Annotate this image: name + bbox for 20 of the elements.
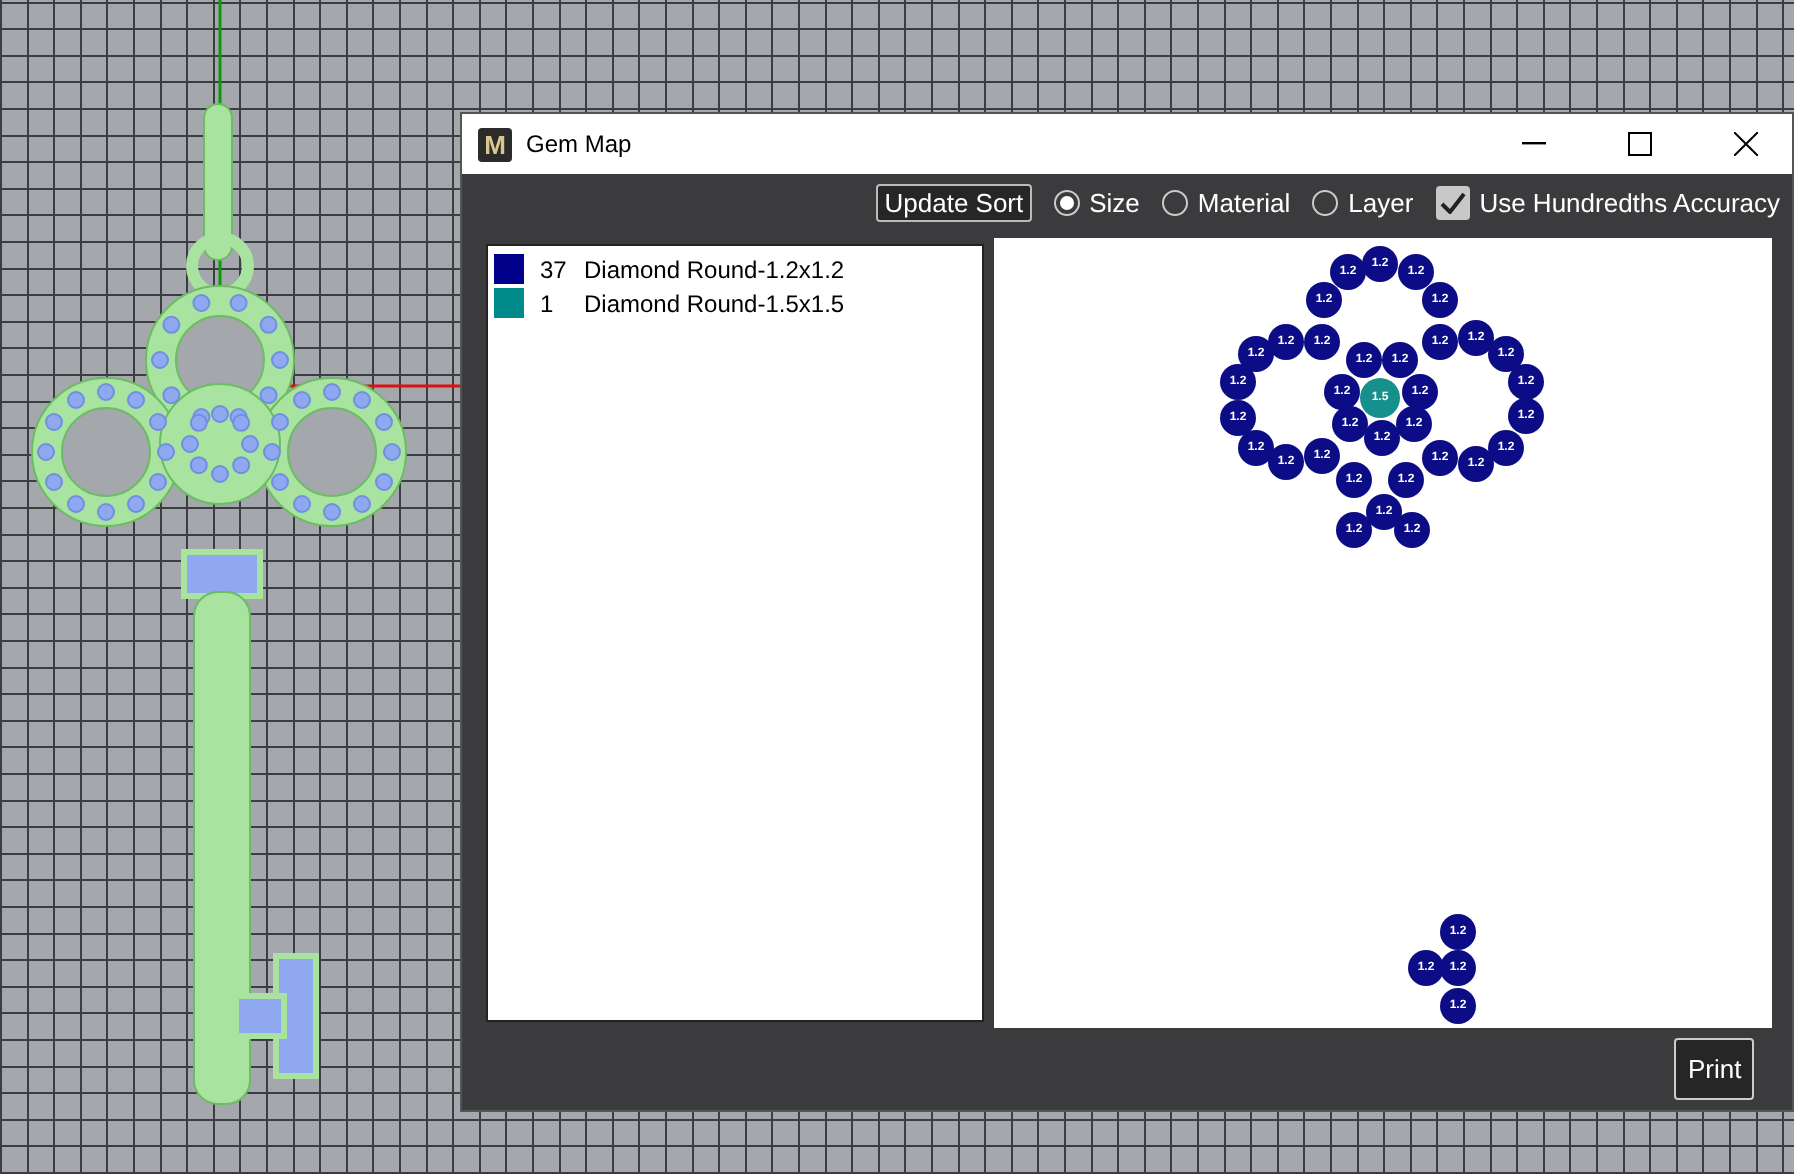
radio-label: Material — [1197, 187, 1291, 217]
app-logo: M — [478, 127, 512, 161]
gem-count: 1 — [540, 289, 556, 317]
minimize-icon — [1522, 142, 1546, 146]
gem-name: Diamond Round-1.5x1.5 — [584, 289, 845, 317]
maximize-icon — [1628, 132, 1652, 156]
gem-name: Diamond Round-1.2x1.2 — [584, 255, 845, 283]
radio-button[interactable] — [1161, 189, 1188, 215]
print-button[interactable]: Print — [1674, 1038, 1754, 1100]
checkmark-icon — [1439, 191, 1466, 213]
radio-label: Size — [1089, 187, 1140, 217]
radio-button[interactable] — [1312, 189, 1339, 215]
gem-count: 37 — [540, 255, 569, 283]
accuracy-checkbox[interactable] — [1435, 185, 1470, 219]
radio-button[interactable] — [1053, 189, 1080, 215]
close-icon — [1734, 132, 1758, 156]
update-sort-button[interactable]: Update Sort — [876, 183, 1032, 221]
window-title: Gem Map — [526, 130, 634, 158]
radio-label: Layer — [1348, 187, 1414, 217]
checkbox-label: Use Hundredths Accuracy — [1479, 187, 1780, 217]
